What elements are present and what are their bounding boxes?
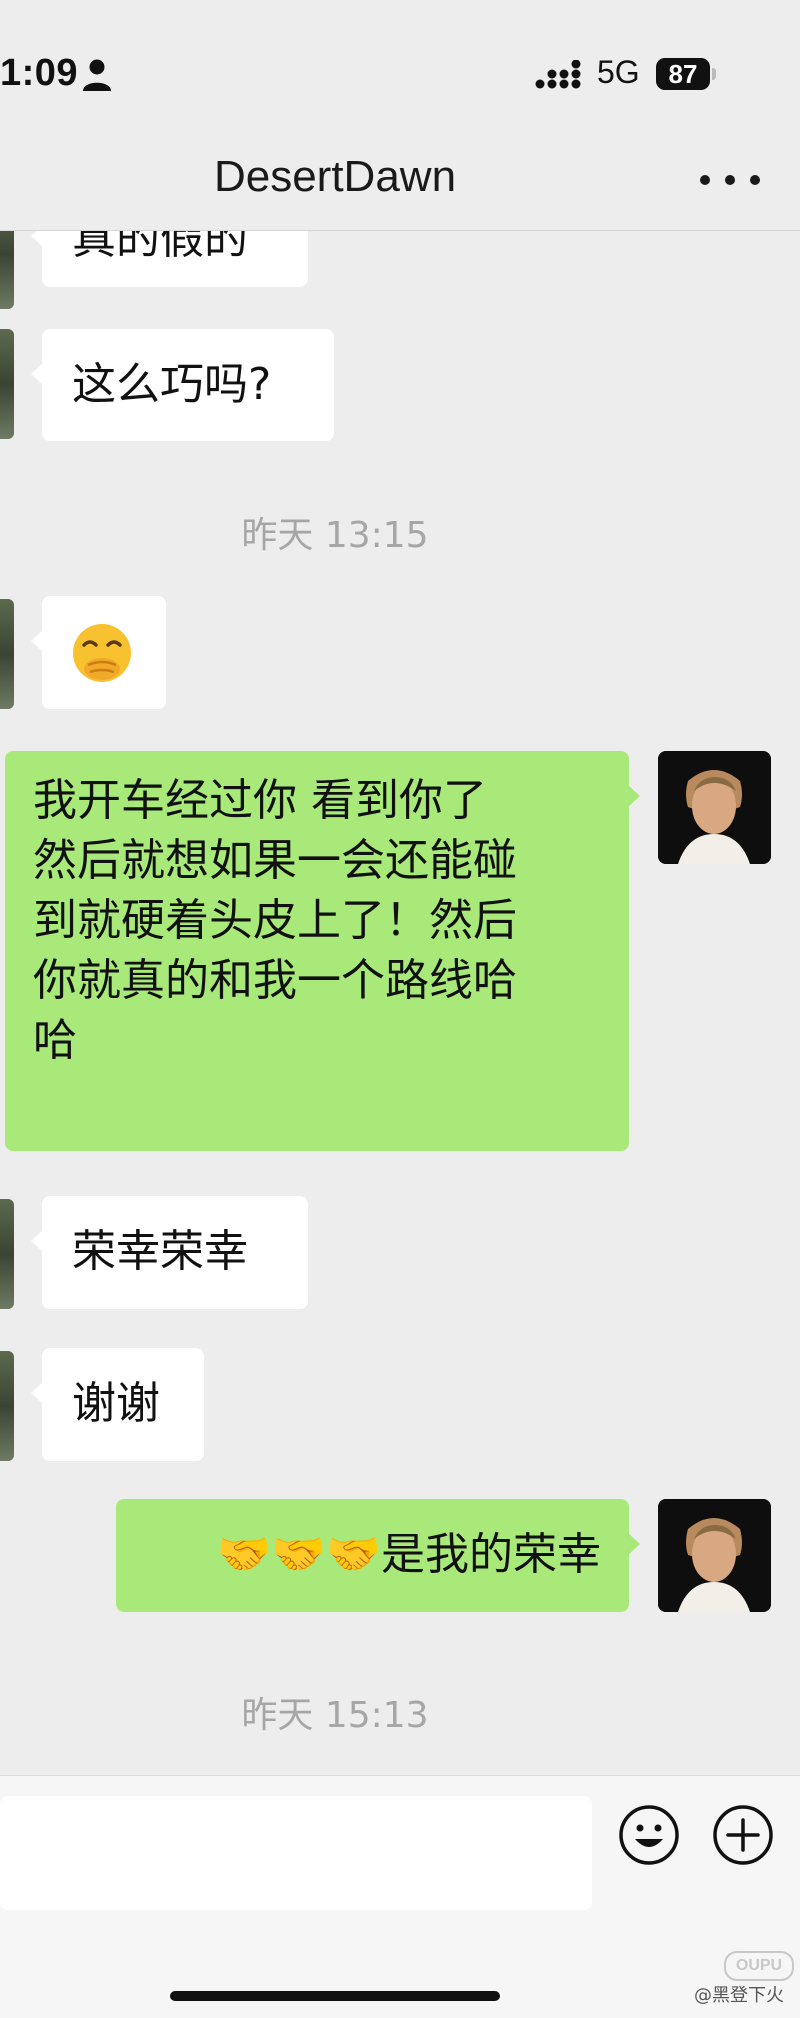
emoji-icon[interactable] xyxy=(618,1804,680,1866)
chat-area[interactable]: 真的假的 这么巧吗? 昨天 13:15 我开车经过你 看到你了 然后就想如果一会… xyxy=(0,231,800,1775)
message-text: 真的假的 xyxy=(72,231,248,264)
message-bubble-in[interactable]: 这么巧吗? xyxy=(31,329,334,441)
message-input[interactable] xyxy=(0,1796,592,1910)
add-icon[interactable] xyxy=(712,1804,774,1866)
message-timestamp: 昨天 13:15 xyxy=(241,515,429,556)
contact-avatar[interactable] xyxy=(0,231,14,309)
person-icon xyxy=(83,59,111,91)
watermark-logo: OUPU xyxy=(724,1951,794,1981)
message-text: 我开车经过你 看到你了 然后就想如果一会还能碰 到就硬着头皮上了！然后 你就真的… xyxy=(33,775,517,1066)
portrait-image xyxy=(658,1499,771,1612)
contact-avatar[interactable] xyxy=(0,329,14,439)
message-bubble-in[interactable] xyxy=(31,596,166,709)
message-text: 🤝🤝🤝是我的荣幸 xyxy=(216,1529,601,1580)
user-avatar[interactable] xyxy=(658,751,771,864)
contact-avatar[interactable] xyxy=(0,1199,14,1309)
home-indicator[interactable] xyxy=(170,1991,500,2001)
message-text: 荣幸荣幸 xyxy=(72,1226,248,1277)
dot-icon xyxy=(750,175,760,185)
more-options-button[interactable] xyxy=(700,165,760,195)
status-bar: 1:09 5G 87 xyxy=(0,0,800,150)
dot-icon xyxy=(725,175,735,185)
battery-icon: 87 xyxy=(656,58,710,90)
message-bubble-out[interactable]: 我开车经过你 看到你了 然后就想如果一会还能碰 到就硬着头皮上了！然后 你就真的… xyxy=(5,751,640,1151)
message-bubble-out[interactable]: 🤝🤝🤝是我的荣幸 xyxy=(116,1499,640,1612)
user-avatar[interactable] xyxy=(658,1499,771,1612)
chat-title: DesertDawn xyxy=(213,152,457,201)
message-text: 这么巧吗? xyxy=(72,359,272,410)
network-type: 5G xyxy=(597,54,640,90)
battery-tip xyxy=(712,68,716,80)
message-timestamp: 昨天 15:13 xyxy=(241,1695,429,1736)
signal-icon xyxy=(535,60,581,89)
portrait-image xyxy=(658,751,771,864)
battery-level: 87 xyxy=(668,59,698,89)
input-bar: OUPU @黑登下火 xyxy=(0,1775,800,2018)
message-bubble-in[interactable]: 荣幸荣幸 xyxy=(31,1196,308,1309)
contact-avatar[interactable] xyxy=(0,599,14,709)
message-bubble-in[interactable]: 真的假的 xyxy=(31,231,308,287)
watermark-text: @黑登下火 xyxy=(694,1985,784,2006)
contact-avatar[interactable] xyxy=(0,1351,14,1461)
hand-over-mouth-emoji-icon xyxy=(73,624,131,682)
message-text: 谢谢 xyxy=(72,1378,160,1429)
message-bubble-in[interactable]: 谢谢 xyxy=(31,1348,204,1461)
dot-icon xyxy=(700,175,710,185)
status-time: 1:09 xyxy=(0,52,79,94)
